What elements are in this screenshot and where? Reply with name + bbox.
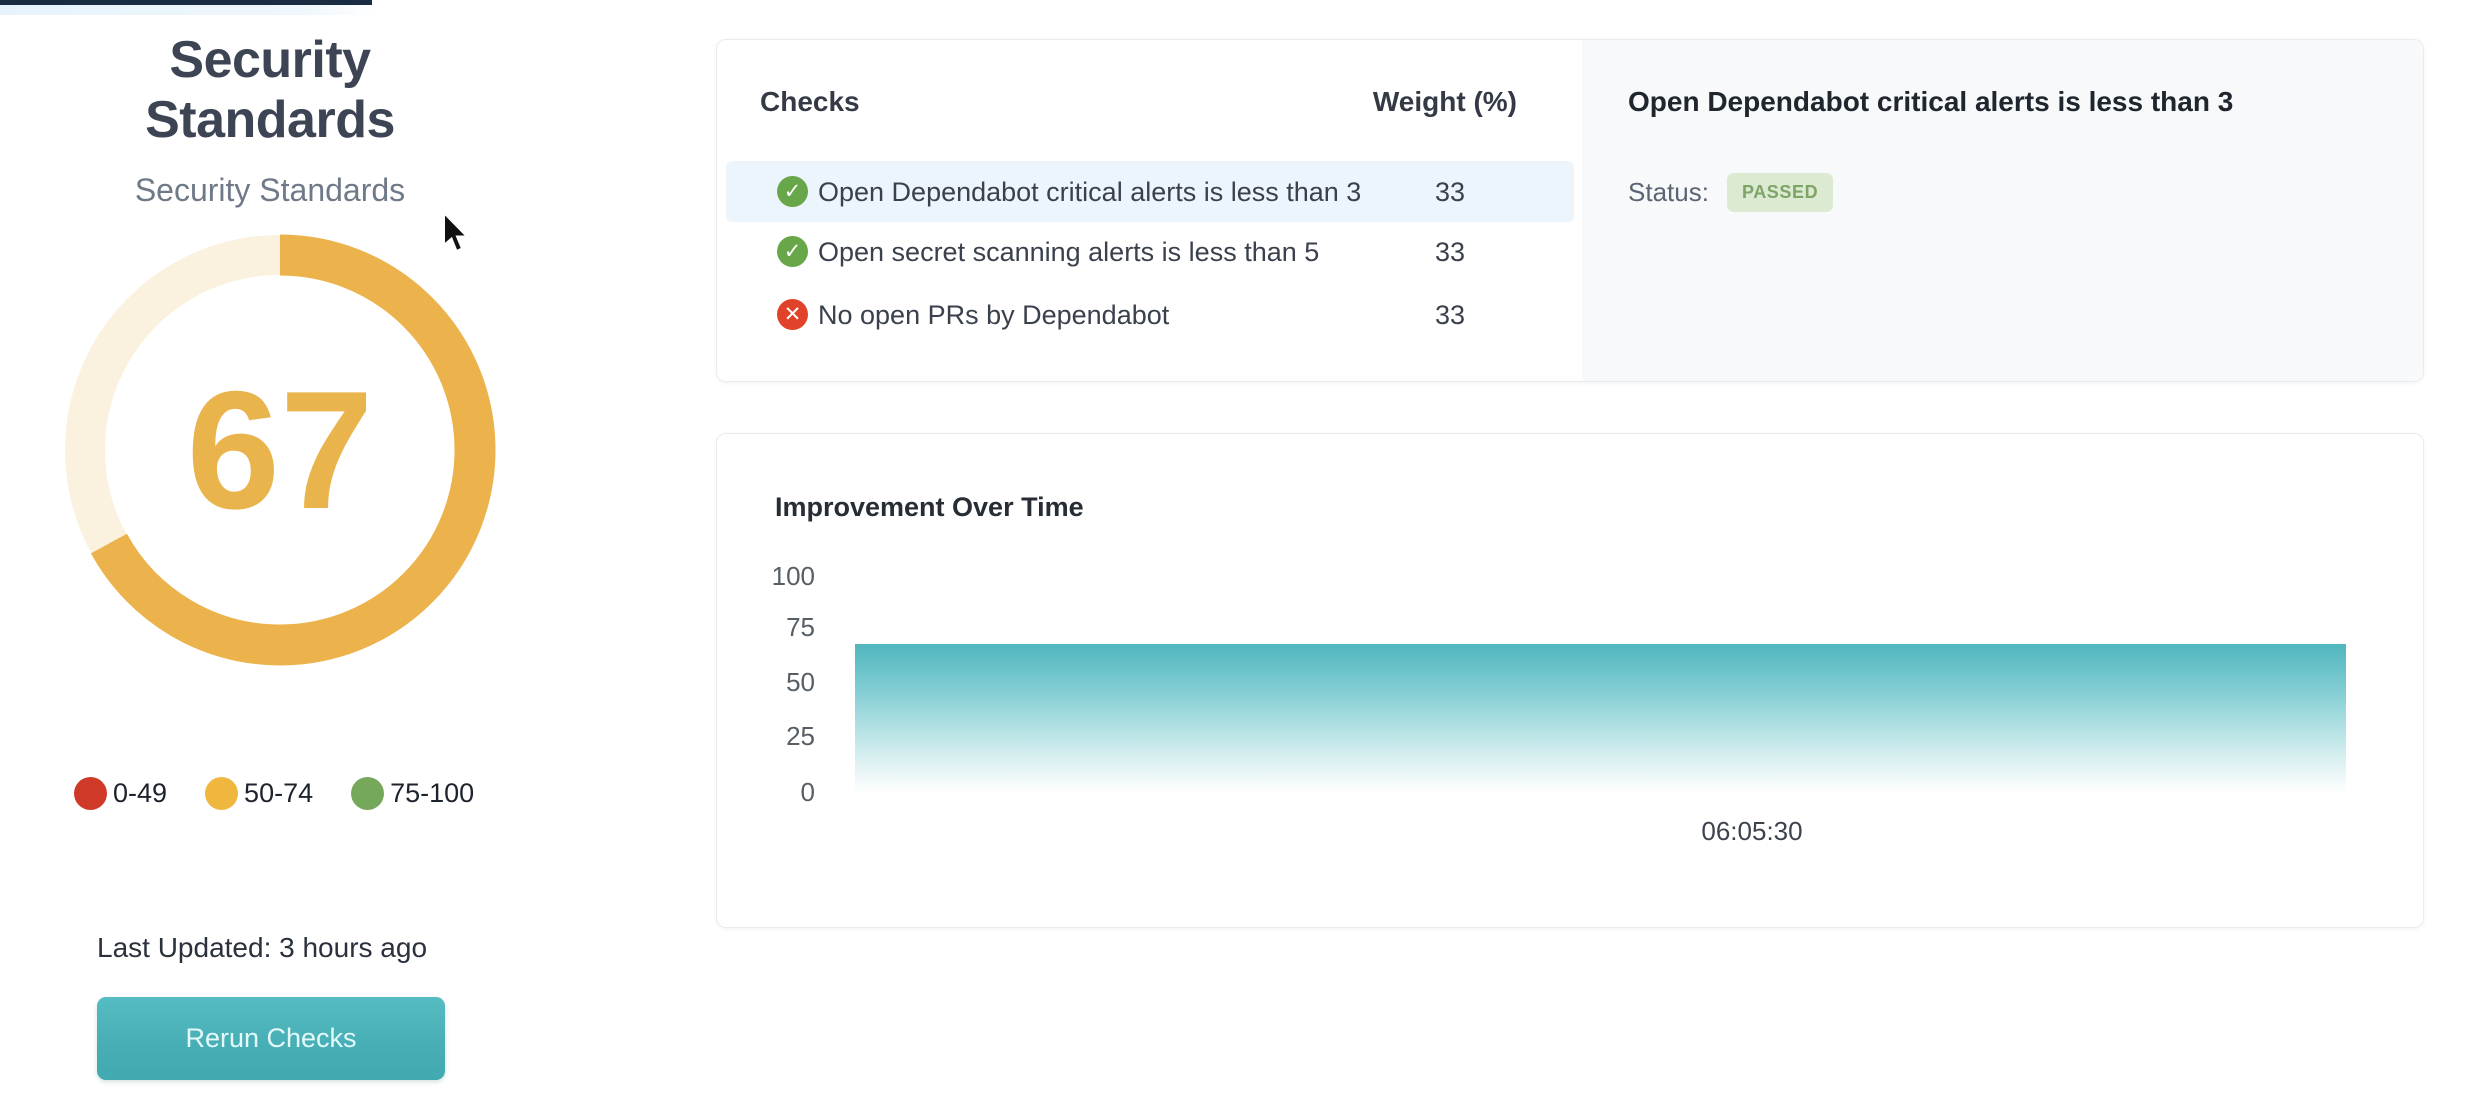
check-pass-icon: ✓ [777, 236, 808, 267]
last-updated-text: Last Updated: 3 hours ago [97, 932, 427, 964]
y-axis-tick: 50 [735, 666, 815, 698]
rerun-checks-button[interactable]: Rerun Checks [97, 997, 445, 1080]
page-subtitle: Security Standards [44, 172, 496, 209]
x-axis-tick: 06:05:30 [1672, 816, 1832, 847]
amber-dot-icon [205, 777, 238, 810]
legend-item-high: 75-100 [351, 777, 474, 810]
area-series-band [855, 644, 2346, 793]
weight-column-header: Weight (%) [1357, 86, 1517, 118]
check-row-weight: 33 [1395, 161, 1505, 223]
status-badge: PASSED [1727, 173, 1833, 212]
legend-label: 50-74 [244, 778, 313, 809]
legend-item-low: 0-49 [74, 777, 167, 810]
y-axis-tick: 100 [735, 560, 815, 592]
mouse-cursor [441, 212, 475, 256]
score-legend: 0-49 50-74 75-100 [74, 770, 474, 816]
gauge-score-value: 67 [105, 330, 455, 570]
y-axis-tick: 0 [735, 776, 815, 808]
status-label: Status: [1628, 177, 1709, 208]
check-fail-icon: ✕ [777, 299, 808, 330]
red-dot-icon [74, 777, 107, 810]
check-row[interactable]: Open secret scanning alerts is less than… [818, 221, 1319, 283]
check-pass-icon: ✓ [777, 176, 808, 207]
legend-item-mid: 50-74 [205, 777, 313, 810]
check-detail-title: Open Dependabot critical alerts is less … [1628, 86, 2388, 118]
y-axis-tick: 25 [735, 720, 815, 752]
page-title: Security Standards [44, 30, 496, 150]
check-row-weight: 33 [1395, 221, 1505, 283]
status-line: Status: PASSED [1628, 171, 1833, 213]
legend-label: 0-49 [113, 778, 167, 809]
checks-column-header: Checks [760, 86, 860, 118]
y-axis-tick: 75 [735, 611, 815, 643]
security-standards-dashboard: Security Standards Security Standards 67… [0, 0, 2468, 1120]
left-header: Security Standards Security Standards [44, 30, 496, 209]
legend-label: 75-100 [390, 778, 474, 809]
check-row-weight: 33 [1395, 284, 1505, 346]
check-row[interactable]: No open PRs by Dependabot [818, 284, 1169, 346]
chart-title: Improvement Over Time [775, 492, 1084, 523]
check-row[interactable]: Open Dependabot critical alerts is less … [818, 161, 1361, 223]
green-dot-icon [351, 777, 384, 810]
browser-edge-highlight [0, 5, 375, 15]
